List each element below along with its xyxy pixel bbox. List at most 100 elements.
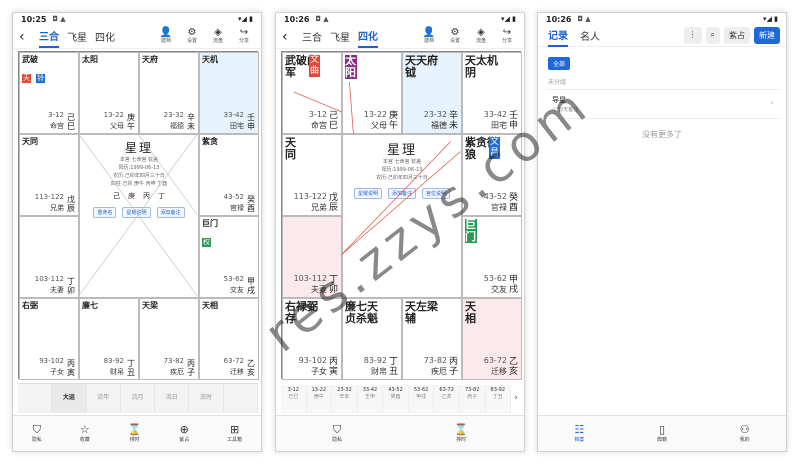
palace-cell-si[interactable]: 武破 天 铃 3-12 命宫 己巳	[19, 52, 79, 134]
settings-button[interactable]: ⚙ 设置	[444, 28, 466, 45]
more-menu-icon[interactable]: ⋮	[683, 27, 702, 44]
tab-records[interactable]: 记录	[548, 24, 568, 47]
palace-cell-yin[interactable]: 右禄弼存 93-102 子女 丙寅	[282, 298, 342, 380]
favorite-button[interactable]: ☆ 收藏	[80, 423, 90, 444]
palace-cell-chou[interactable]: 廉七天贞杀魁 83-92 财帛 丁丑	[342, 298, 402, 380]
tab-feixing[interactable]: 飞星	[330, 26, 350, 47]
decade-item[interactable]: 63-72 乙亥	[434, 385, 460, 413]
palace-name: 父母	[371, 121, 387, 130]
chevron-right-icon[interactable]: ›	[511, 385, 521, 413]
palace-cell-hai[interactable]: 天相 63-72 迁移 乙亥	[462, 298, 522, 380]
rename-button[interactable]: 重命名	[93, 207, 117, 218]
palace-info-button[interactable]: 宫位说明	[422, 188, 451, 199]
status-right-icons: ▾◢ ▮	[238, 15, 253, 23]
tab-sanhe[interactable]: 三合	[39, 25, 59, 48]
hourglass-icon: ⌛	[454, 422, 468, 436]
palace-cell-mao[interactable]: 103-112 夫妻 丁卯	[19, 216, 79, 298]
create-profile-button[interactable]: 👤 建档	[418, 28, 440, 45]
share-button[interactable]: ↪ 分享	[496, 28, 518, 45]
decade-item[interactable]: 53-62 甲戌	[408, 385, 435, 413]
new-record-button[interactable]: 新建	[754, 27, 780, 44]
palace-cell-wu[interactable]: 太阳 13-22 父母 庚午	[342, 52, 402, 134]
toolbox-button[interactable]: ⊞ 工具箱	[227, 423, 242, 444]
tab-celebrities[interactable]: 名人	[580, 25, 600, 46]
search-icon[interactable]: ⌕	[705, 27, 720, 44]
period-month[interactable]: 流月	[121, 384, 156, 413]
star-info-button[interactable]: 星曜说明	[122, 207, 151, 218]
period-year[interactable]: 流年	[87, 384, 121, 413]
tab-sihua[interactable]: 四化	[358, 25, 378, 48]
palace-cell-shen[interactable]: 天太机阴 33-42 田宅 壬申	[462, 52, 522, 134]
palace-cell-you[interactable]: 紫贪微狼 文昌 43-52 官禄 癸酉	[462, 134, 522, 216]
palace-cell-wei[interactable]: 天天府钺 23-32 福德 辛未	[402, 52, 462, 134]
filter-chip-all[interactable]: 全部	[548, 57, 571, 70]
period-next[interactable]	[224, 384, 258, 413]
center-info-line: 本宫 七命宫 钦差	[382, 159, 422, 165]
palace-cell-zi[interactable]: 天梁 73-82 疾厄 丙子	[139, 298, 199, 380]
period-hour[interactable]: 流时	[189, 384, 224, 413]
decade-item[interactable]: 43-52 癸酉	[383, 385, 409, 413]
period-day[interactable]: 流日	[155, 384, 190, 413]
group-label: 未分组	[548, 79, 567, 86]
transform-badge: 权	[202, 238, 211, 247]
palace-name: 交友	[491, 285, 507, 294]
palace-cell-wu[interactable]: 太阳 13-22 父母 庚午	[79, 52, 139, 134]
palace-name: 命宫	[311, 121, 327, 130]
tab-sanhe[interactable]: 三合	[302, 26, 322, 47]
palace-cell-xu[interactable]: 巨门 53-62 交友 甲戌	[462, 216, 522, 298]
back-arrow-icon[interactable]: ‹	[282, 29, 294, 45]
decade-item[interactable]: 33-42 壬申	[357, 385, 384, 413]
palace-cell-chen[interactable]: 天同 113-122 兄弟 戊辰	[19, 134, 79, 216]
palace-cell-you[interactable]: 紫贪 43-52 官禄 癸酉	[199, 134, 259, 216]
palace-cell-zi[interactable]: 天左梁辅 73-82 疾厄 丙子	[402, 298, 462, 380]
nav-profile[interactable]: ⚇ 我的	[740, 423, 750, 444]
decade-name: 己巳	[288, 394, 299, 400]
palace-branch: 甲戌	[247, 277, 255, 295]
settings-button[interactable]: ⚙ 设置	[181, 28, 203, 45]
back-arrow-icon[interactable]: ‹	[19, 29, 31, 45]
add-note-button[interactable]: 添加备注	[156, 207, 185, 218]
palace-cell-hai[interactable]: 天相 63-72 迁移 乙亥	[199, 298, 259, 380]
divination-button[interactable]: 紫占	[724, 27, 750, 44]
palace-cell-mao[interactable]: 103-112 夫妻 丁卯	[282, 216, 342, 298]
palace-cell-chou[interactable]: 廉七 83-92 财帛 丁丑	[79, 298, 139, 380]
decade-item[interactable]: 13-22 庚午	[306, 385, 333, 413]
palace-branch: 戊辰	[329, 193, 339, 213]
decade-item[interactable]: 83-92 丁丑	[485, 385, 512, 413]
palace-branch: 丁卯	[329, 275, 339, 295]
period-prev[interactable]	[18, 384, 53, 413]
flow-chart-button[interactable]: ◈ 流盘	[207, 28, 229, 45]
record-list-item[interactable]: 导星 ☉ 暂无备注 ›	[546, 89, 780, 119]
privacy-button[interactable]: ⛉ 隐私	[332, 423, 342, 444]
period-decade[interactable]: 大运	[52, 384, 87, 413]
palace-stars: 太阳	[82, 55, 98, 64]
palace-cell-si[interactable]: 武破曲军 文曲 3-12 命宫 己巳	[282, 52, 342, 134]
nav-archive[interactable]: ☷ 档案	[574, 423, 584, 444]
share-button[interactable]: ↪ 分享	[233, 28, 255, 45]
timing-button[interactable]: ⌛ 排时	[454, 422, 468, 444]
palace-name: 财帛	[371, 367, 387, 376]
palace-cell-chen[interactable]: 天同 113-122 兄弟 戊辰	[282, 134, 342, 216]
palace-cell-wei[interactable]: 天府 23-32 福德 辛未	[139, 52, 199, 134]
decade-item[interactable]: 23-32 辛未	[332, 385, 358, 413]
decade-item[interactable]: 73-82 丙子	[459, 385, 486, 413]
add-note-button[interactable]: 添加备注	[387, 188, 416, 199]
flow-chart-button[interactable]: ◈ 流盘	[470, 28, 492, 45]
timing-button[interactable]: ⌛ 排时	[128, 423, 142, 444]
palace-cell-shen[interactable]: 天机 33-42 田宅 壬申	[199, 52, 259, 134]
palace-cell-xu[interactable]: 巨门 权 53-62 交友 甲戌	[199, 216, 259, 298]
create-profile-button[interactable]: 👤 建档	[155, 28, 177, 45]
nav-classics[interactable]: ▯ 典籍	[657, 423, 667, 444]
status-time: 10:26	[284, 14, 310, 24]
tab-sihua[interactable]: 四化	[95, 26, 115, 47]
palace-cell-yin[interactable]: 右弼 93-102 子女 丙寅	[19, 298, 79, 380]
decade-item[interactable]: 3-12 己巳	[281, 385, 307, 413]
star-info-button[interactable]: 星曜说明	[353, 188, 382, 199]
tab-feixing[interactable]: 飞星	[67, 26, 87, 47]
divination-button[interactable]: ⊕ 紫占	[179, 423, 189, 444]
phone-records: 10:26 ◘ ▲ ▾◢ ▮ 记录 名人 ⋮ ⌕ 紫占 新建 全部 未分组 导星…	[537, 12, 787, 452]
palace-branch: 乙亥	[509, 357, 519, 377]
privacy-button[interactable]: ⛉ 隐私	[32, 423, 42, 444]
palace-branch: 丙寅	[67, 359, 75, 377]
palace-range: 113-122	[293, 192, 327, 201]
